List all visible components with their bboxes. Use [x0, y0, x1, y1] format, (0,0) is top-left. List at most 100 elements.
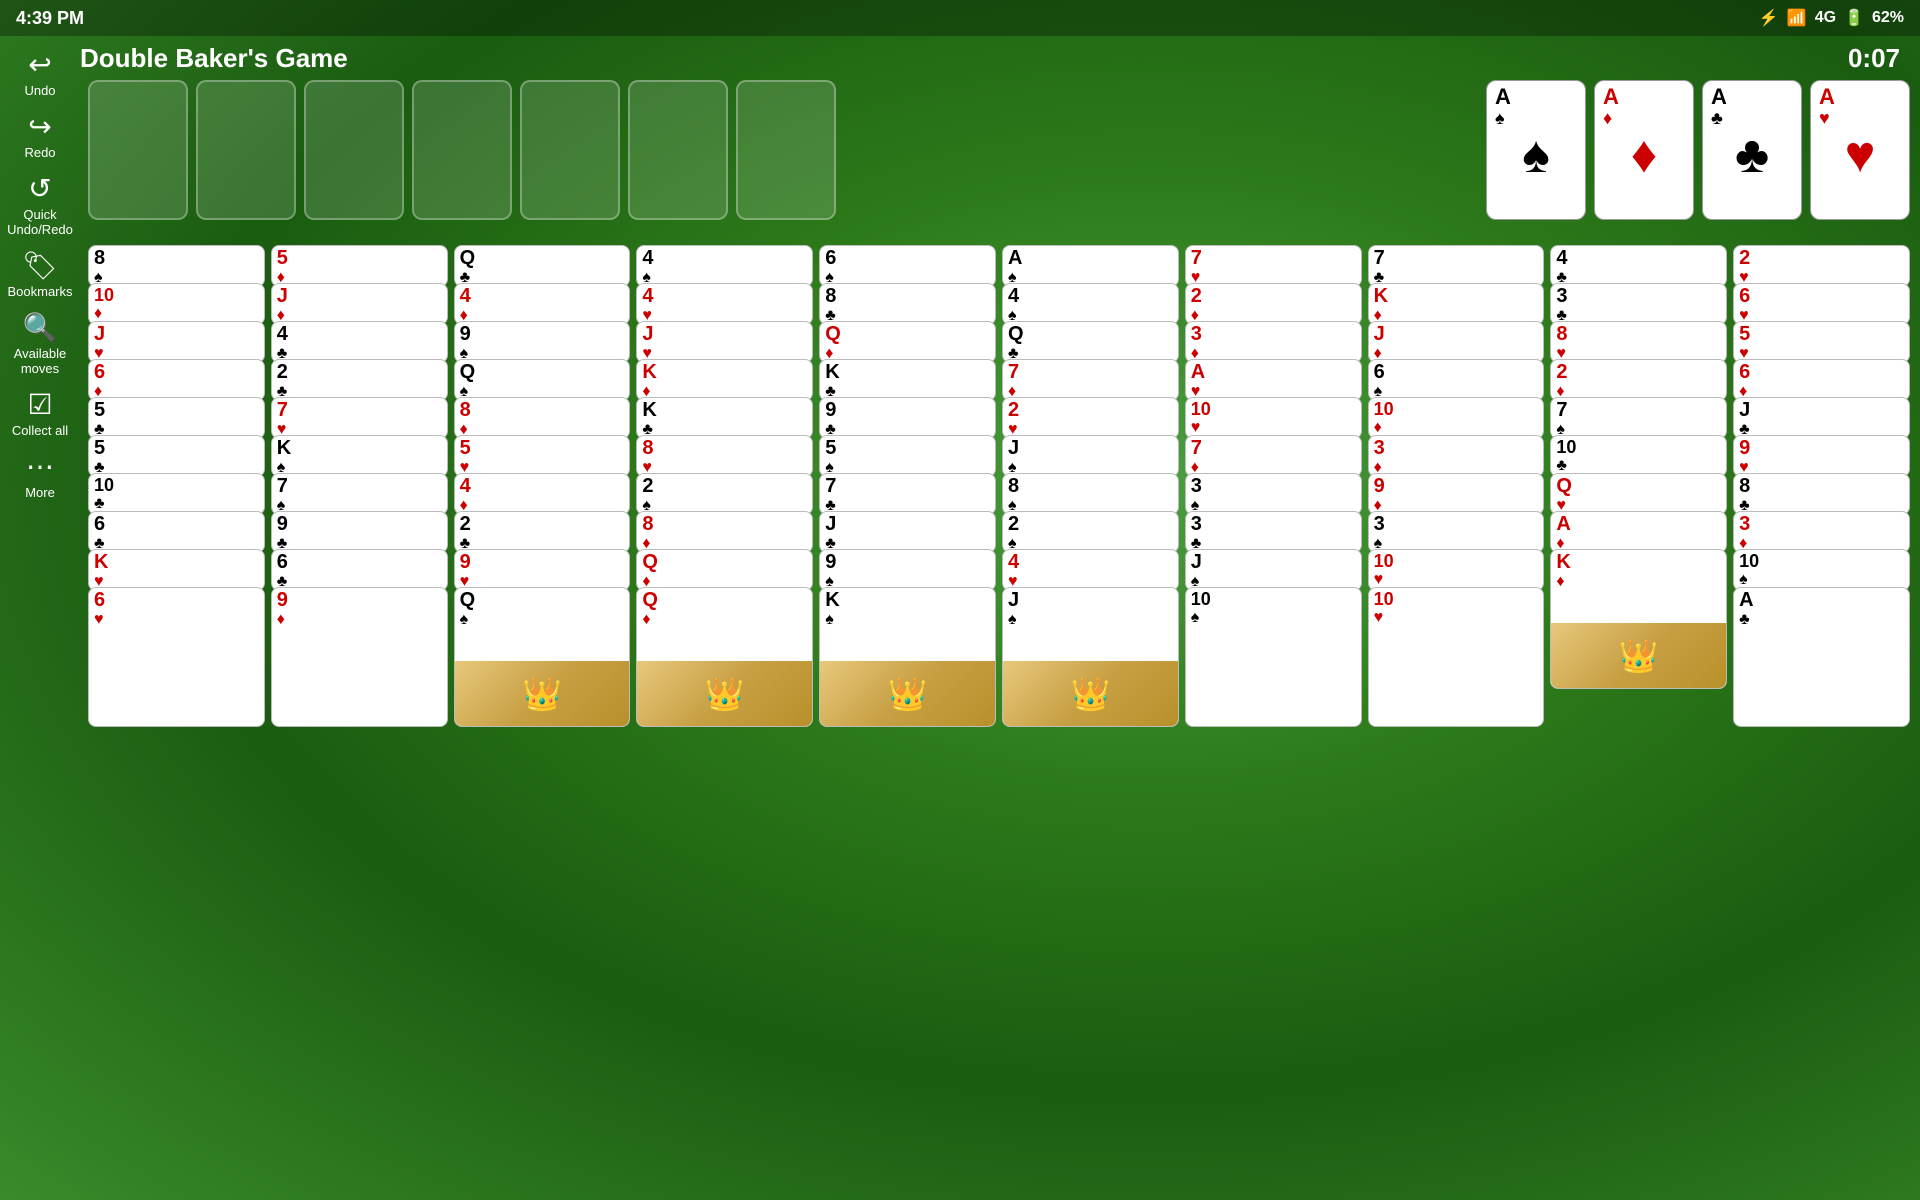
tableau-card-col8-row0[interactable]: 4♣	[1550, 245, 1727, 287]
tableau-card-col2-row6[interactable]: 4♦	[454, 473, 631, 515]
tableau-card-col2-row2[interactable]: 9♠	[454, 321, 631, 363]
tableau-card-col7-row4[interactable]: 10♦	[1368, 397, 1545, 439]
tableau-card-col1-row1[interactable]: J♦	[271, 283, 448, 325]
tableau-card-col9-row0[interactable]: 2♥	[1733, 245, 1910, 287]
tableau-card-col3-row5[interactable]: 8♥	[636, 435, 813, 477]
tableau-card-col6-row9[interactable]: 10♠	[1185, 587, 1362, 727]
available-moves-button[interactable]: 🔍 Available moves	[4, 307, 76, 380]
undo-button[interactable]: ↩ Undo	[4, 44, 76, 102]
tableau-card-col1-row0[interactable]: 5♦	[271, 245, 448, 287]
tableau-card-col8-row4[interactable]: 7♠	[1550, 397, 1727, 439]
tableau-card-col8-row2[interactable]: 8♥	[1550, 321, 1727, 363]
tableau-card-col9-row3[interactable]: 6♦	[1733, 359, 1910, 401]
tableau-card-col7-row8[interactable]: 10♥	[1368, 549, 1545, 591]
tableau-card-col0-row3[interactable]: 6♦	[88, 359, 265, 401]
tableau-card-col0-row6[interactable]: 10♣	[88, 473, 265, 515]
tableau-card-col1-row6[interactable]: 7♠	[271, 473, 448, 515]
tableau-card-col2-row7[interactable]: 2♣	[454, 511, 631, 553]
tableau-card-col6-row2[interactable]: 3♦	[1185, 321, 1362, 363]
tableau-card-col1-row4[interactable]: 7♥	[271, 397, 448, 439]
tableau-card-col2-row3[interactable]: Q♠	[454, 359, 631, 401]
tableau-card-col1-row2[interactable]: 4♣	[271, 321, 448, 363]
tableau-card-col4-row0[interactable]: 6♠	[819, 245, 996, 287]
tableau-card-col0-row7[interactable]: 6♣	[88, 511, 265, 553]
tableau-card-col4-row6[interactable]: 7♣	[819, 473, 996, 515]
tableau-card-col0-row9[interactable]: 6♥	[88, 587, 265, 727]
tableau-card-col2-row0[interactable]: Q♣	[454, 245, 631, 287]
tableau-card-col3-row8[interactable]: Q♦	[636, 549, 813, 591]
tableau-card-col0-row2[interactable]: J♥	[88, 321, 265, 363]
tableau-card-col2-row1[interactable]: 4♦	[454, 283, 631, 325]
tableau-card-col0-row0[interactable]: 8♠	[88, 245, 265, 287]
tableau-card-col3-row0[interactable]: 4♠	[636, 245, 813, 287]
tableau-card-col3-row7[interactable]: 8♦	[636, 511, 813, 553]
tableau-card-col9-row1[interactable]: 6♥	[1733, 283, 1910, 325]
tableau-card-col4-row1[interactable]: 8♣	[819, 283, 996, 325]
tableau-card-col9-row2[interactable]: 5♥	[1733, 321, 1910, 363]
tableau-card-col8-row7[interactable]: A♦	[1550, 511, 1727, 553]
tableau-card-col9-row8[interactable]: 10♠	[1733, 549, 1910, 591]
tableau-card-col4-row5[interactable]: 5♠	[819, 435, 996, 477]
foundation-0[interactable]: A♠♠	[1486, 80, 1586, 220]
tableau-card-col6-row1[interactable]: 2♦	[1185, 283, 1362, 325]
tableau-card-col6-row5[interactable]: 7♦	[1185, 435, 1362, 477]
tableau-card-col5-row9[interactable]: J♠👑	[1002, 587, 1179, 727]
freecell-1[interactable]	[88, 80, 188, 220]
tableau-card-col9-row6[interactable]: 8♣	[1733, 473, 1910, 515]
foundation-1[interactable]: A♦♦	[1594, 80, 1694, 220]
tableau-card-col8-row3[interactable]: 2♦	[1550, 359, 1727, 401]
collect-all-button[interactable]: ☑ Collect all	[4, 384, 76, 442]
tableau-card-col5-row2[interactable]: Q♣	[1002, 321, 1179, 363]
tableau-card-col1-row7[interactable]: 9♣	[271, 511, 448, 553]
tableau-card-col9-row9[interactable]: A♣	[1733, 587, 1910, 727]
tableau-card-col4-row9[interactable]: K♠👑	[819, 587, 996, 727]
tableau-card-col3-row2[interactable]: J♥	[636, 321, 813, 363]
tableau-card-col9-row5[interactable]: 9♥	[1733, 435, 1910, 477]
tableau-card-col6-row6[interactable]: 3♠	[1185, 473, 1362, 515]
foundation-2[interactable]: A♣♣	[1702, 80, 1802, 220]
redo-button[interactable]: ↪ Redo	[4, 106, 76, 164]
bookmarks-button[interactable]: 🏷 Bookmarks	[4, 245, 76, 303]
tableau-card-col2-row9[interactable]: Q♠👑	[454, 587, 631, 727]
tableau-card-col6-row0[interactable]: 7♥	[1185, 245, 1362, 287]
tableau-card-col4-row2[interactable]: Q♦	[819, 321, 996, 363]
freecell-5[interactable]	[520, 80, 620, 220]
tableau-card-col5-row0[interactable]: A♠	[1002, 245, 1179, 287]
freecell-6[interactable]	[628, 80, 728, 220]
quick-undo-button[interactable]: ↺ Quick Undo/Redo	[4, 168, 76, 241]
tableau-card-col3-row6[interactable]: 2♠	[636, 473, 813, 515]
tableau-card-col8-row1[interactable]: 3♣	[1550, 283, 1727, 325]
tableau-card-col7-row1[interactable]: K♦	[1368, 283, 1545, 325]
tableau-card-col9-row4[interactable]: J♣	[1733, 397, 1910, 439]
tableau-card-col7-row0[interactable]: 7♣	[1368, 245, 1545, 287]
freecell-7[interactable]	[736, 80, 836, 220]
tableau-card-col5-row1[interactable]: 4♠	[1002, 283, 1179, 325]
tableau-card-col5-row6[interactable]: 8♠	[1002, 473, 1179, 515]
tableau-card-col0-row5[interactable]: 5♣	[88, 435, 265, 477]
tableau-card-col5-row3[interactable]: 7♦	[1002, 359, 1179, 401]
tableau-card-col4-row4[interactable]: 9♣	[819, 397, 996, 439]
tableau-card-col2-row8[interactable]: 9♥	[454, 549, 631, 591]
tableau-card-col0-row8[interactable]: K♥	[88, 549, 265, 591]
tableau-card-col5-row5[interactable]: J♠	[1002, 435, 1179, 477]
tableau-card-col4-row3[interactable]: K♣	[819, 359, 996, 401]
tableau-card-col6-row8[interactable]: J♠	[1185, 549, 1362, 591]
tableau-card-col6-row7[interactable]: 3♣	[1185, 511, 1362, 553]
tableau-card-col3-row4[interactable]: K♣	[636, 397, 813, 439]
tableau-card-col0-row4[interactable]: 5♣	[88, 397, 265, 439]
more-button[interactable]: ⋯ More	[4, 446, 76, 504]
tableau-card-col5-row8[interactable]: 4♥	[1002, 549, 1179, 591]
tableau-card-col3-row9[interactable]: Q♦👑	[636, 587, 813, 727]
tableau-card-col7-row9[interactable]: 10♥	[1368, 587, 1545, 727]
tableau-card-col2-row5[interactable]: 5♥	[454, 435, 631, 477]
tableau-card-col7-row6[interactable]: 9♦	[1368, 473, 1545, 515]
tableau-card-col7-row2[interactable]: J♦	[1368, 321, 1545, 363]
tableau-card-col2-row4[interactable]: 8♦	[454, 397, 631, 439]
tableau-card-col6-row3[interactable]: A♥	[1185, 359, 1362, 401]
tableau-card-col3-row1[interactable]: 4♥	[636, 283, 813, 325]
tableau-card-col1-row5[interactable]: K♠	[271, 435, 448, 477]
tableau-card-col9-row7[interactable]: 3♦	[1733, 511, 1910, 553]
tableau-card-col3-row3[interactable]: K♦	[636, 359, 813, 401]
tableau-card-col8-row5[interactable]: 10♣	[1550, 435, 1727, 477]
tableau-card-col7-row7[interactable]: 3♠	[1368, 511, 1545, 553]
